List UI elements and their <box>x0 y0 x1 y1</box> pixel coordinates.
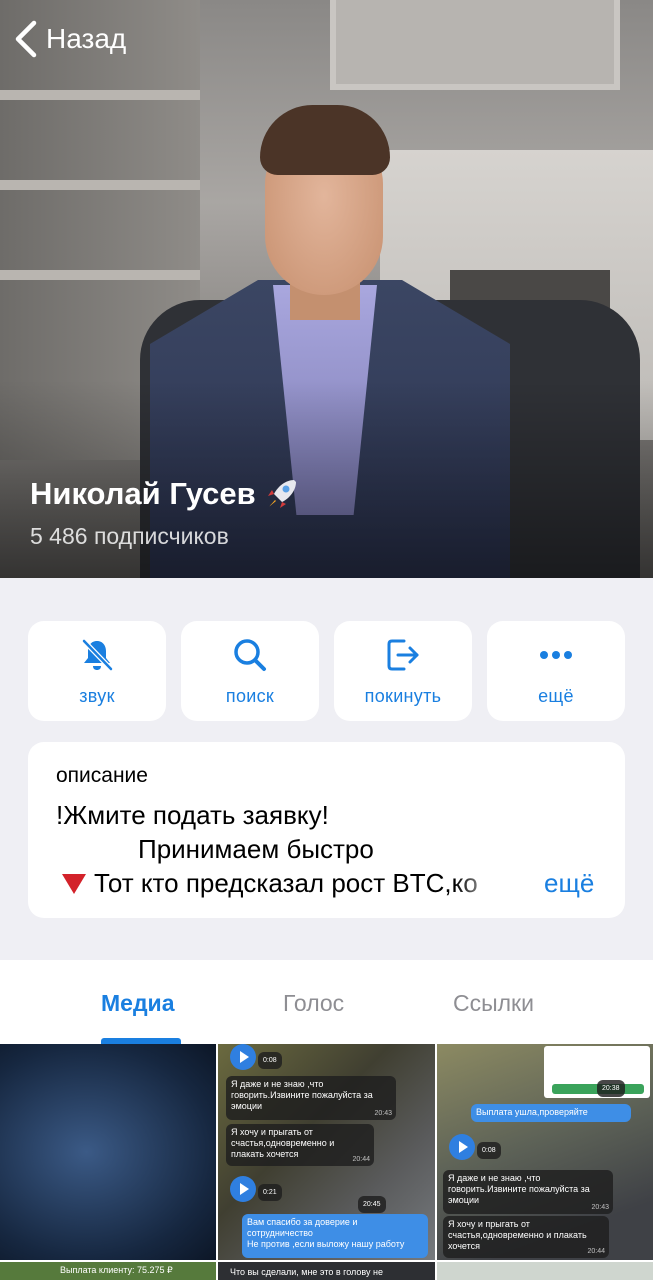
chat-message: Я даже и не знаю ,что говорить.Извините … <box>443 1170 613 1214</box>
more-button[interactable]: ещё <box>487 621 625 721</box>
media-thumbnail[interactable]: Выплата ушла,проверяйте 20:38 0:08 Я даж… <box>437 1044 653 1260</box>
leave-label: покинуть <box>364 685 442 706</box>
description-line-2: Принимаем быстро <box>138 834 374 864</box>
payout-text: Выплата клиенту: 75.275 ₽ <box>60 1265 173 1275</box>
media-thumbnail[interactable]: 0:08 Я даже и не знаю ,что говорить.Изви… <box>218 1044 435 1260</box>
more-dots-icon <box>540 650 572 659</box>
back-button[interactable]: Назад <box>12 20 126 58</box>
wall-panel <box>330 0 620 90</box>
chat-message: Вам спасибо за доверие и сотрудничество … <box>242 1214 428 1258</box>
voice-duration: 0:08 <box>258 1052 282 1069</box>
tab-media[interactable]: Медиа <box>101 990 174 1017</box>
chat-message: Я хочу и прыгать от счастья,одновременно… <box>443 1216 609 1258</box>
description-card: описание !Жмите подать заявку! Принимаем… <box>28 742 625 918</box>
action-buttons: звук поиск покинуть ещё <box>28 621 625 721</box>
bell-slash-icon <box>82 638 113 671</box>
search-label: поиск <box>225 685 275 706</box>
description-line-3-text: Тот кто предсказал рост BTC,ко <box>94 868 478 898</box>
chat-time: 20:45 <box>358 1196 386 1213</box>
voice-play-icon <box>230 1176 256 1202</box>
rocket-icon <box>267 480 296 508</box>
voice-duration: 0:21 <box>258 1184 282 1201</box>
media-tabs: Медиа Голос Ссылки <box>0 960 653 1044</box>
voice-play-icon <box>449 1134 475 1160</box>
leave-button[interactable]: покинуть <box>334 621 472 721</box>
mute-button[interactable]: звук <box>28 621 166 721</box>
description-more-link[interactable]: ещё <box>544 868 594 899</box>
leave-icon <box>387 639 419 670</box>
media-thumbnail[interactable]: Что вы сделали, мне это в голову не <box>218 1262 435 1280</box>
channel-header-photo: Назад Николай Гусев 5 486 подписчиков <box>0 0 653 578</box>
chat-time: 20:38 <box>597 1080 625 1097</box>
back-label: Назад <box>46 23 127 54</box>
chat-message: Выплата ушла,проверяйте <box>471 1104 631 1122</box>
search-button[interactable]: поиск <box>181 621 319 721</box>
subscriber-count: 5 486 подписчиков <box>30 523 229 549</box>
more-label: ещё <box>538 685 574 706</box>
voice-play-icon <box>230 1044 256 1070</box>
chat-message: Я хочу и прыгать от счастья,одновременно… <box>226 1124 374 1166</box>
media-thumbnail[interactable] <box>437 1262 653 1280</box>
tab-voice[interactable]: Голос <box>283 990 344 1017</box>
tab-links[interactable]: Ссылки <box>453 990 534 1017</box>
description-label: описание <box>56 764 148 787</box>
chat-partial-text: Что вы сделали, мне это в голову не <box>230 1267 383 1277</box>
media-thumbnail[interactable] <box>0 1044 216 1260</box>
description-line-1: !Жмите подать заявку! <box>56 800 329 830</box>
red-triangle-icon <box>62 873 86 894</box>
channel-name: Николай Гусев <box>30 476 256 511</box>
media-grid: 0:08 Я даже и не знаю ,что говорить.Изви… <box>0 1044 653 1280</box>
media-thumbnail[interactable]: Выплата клиенту: 75.275 ₽ <box>0 1262 216 1280</box>
search-icon <box>234 638 266 671</box>
chevron-left-icon <box>15 20 37 58</box>
mute-label: звук <box>79 685 115 706</box>
description-line-3: Тот кто предсказал рост BTC,ко <box>62 868 504 899</box>
chat-message: Я даже и не знаю ,что говорить.Извините … <box>226 1076 396 1120</box>
voice-duration: 0:08 <box>477 1142 501 1159</box>
